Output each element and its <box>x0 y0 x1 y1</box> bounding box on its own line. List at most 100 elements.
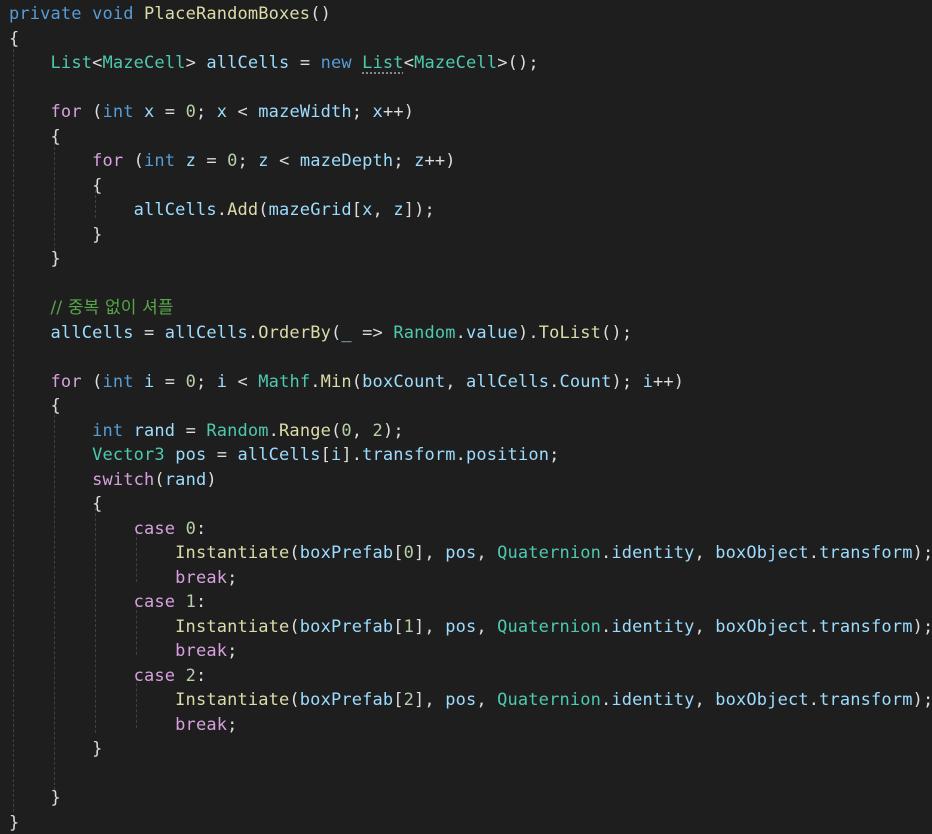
code-line[interactable]: Instantiate(boxPrefab[2], pos, Quaternio… <box>9 688 932 712</box>
punctuation-token: ( <box>81 102 103 122</box>
punctuation-token: ]); <box>403 200 435 220</box>
code-line[interactable]: for (int z = 0; z < mazeDepth; z++) <box>9 149 456 173</box>
code-line[interactable]: Vector3 pos = allCells[i].transform.posi… <box>9 443 560 467</box>
control-keyword-token: case <box>133 592 176 612</box>
code-line[interactable]: for (int i = 0; i < Mathf.Min(boxCount, … <box>9 370 684 394</box>
code-line[interactable]: } <box>9 786 61 810</box>
punctuation-token: ( <box>81 371 103 392</box>
code-line[interactable]: List<MazeCell> allCells = new List<MazeC… <box>9 51 539 75</box>
control-keyword-token: switch <box>92 469 155 490</box>
punctuation-token: , <box>694 616 716 637</box>
identifier-token: rand <box>133 420 176 441</box>
identifier-token: boxPrefab <box>299 616 394 637</box>
code-line[interactable]: Instantiate(boxPrefab[1], pos, Quaternio… <box>9 615 932 639</box>
code-line[interactable]: { <box>9 492 102 516</box>
code-line[interactable]: for (int x = 0; x < mazeWidth; x++) <box>9 100 414 124</box>
code-line[interactable]: } <box>9 737 102 761</box>
number-token: 0 <box>185 518 196 539</box>
code-line[interactable]: { <box>9 174 102 198</box>
punctuation-token <box>123 421 133 441</box>
punctuation-token: ); <box>912 690 932 710</box>
code-line[interactable]: switch(rand) <box>9 468 217 492</box>
punctuation-token: : <box>195 592 207 612</box>
punctuation-token: [ <box>351 200 363 220</box>
identifier-token: x <box>144 102 155 122</box>
punctuation-token: , <box>476 616 498 637</box>
punctuation-token: > <box>185 53 207 73</box>
number-token: 0 <box>185 102 196 122</box>
punctuation-token <box>9 102 51 122</box>
code-editor[interactable]: private void PlaceRandomBoxes(){ List<Ma… <box>0 0 932 834</box>
identifier-token: pos <box>445 690 477 710</box>
punctuation-token: ; <box>195 371 217 392</box>
punctuation-token: : <box>195 518 207 539</box>
punctuation-token: () <box>310 4 331 24</box>
identifier-token: rand <box>164 469 207 490</box>
punctuation-token: ( <box>351 371 363 392</box>
punctuation-token: ; <box>195 102 217 122</box>
type-token: Vector3 <box>92 445 165 465</box>
code-line[interactable]: } <box>9 247 61 271</box>
code-line[interactable]: allCells.Add(mazeGrid[x, z]); <box>9 198 435 222</box>
punctuation-token <box>175 151 185 171</box>
identifier-token: transform <box>819 616 913 637</box>
punctuation-token <box>9 543 175 563</box>
code-line[interactable]: case 2: <box>9 664 207 688</box>
method-token: OrderBy <box>258 322 331 343</box>
punctuation-token: { <box>9 28 20 49</box>
identifier-token: position <box>466 445 550 465</box>
punctuation-token: ( <box>258 200 269 220</box>
punctuation-token: ); <box>382 420 404 441</box>
code-line[interactable]: allCells = allCells.OrderBy(_ => Random.… <box>9 321 633 345</box>
punctuation-token: ], <box>414 616 446 637</box>
punctuation-token: . <box>808 690 820 710</box>
code-line[interactable]: // 중복 없이 셔플 <box>9 296 174 320</box>
keyword-token: int <box>102 371 134 392</box>
punctuation-token: < <box>227 371 259 392</box>
punctuation-token: => <box>351 322 394 343</box>
punctuation-token: ++) <box>653 371 685 392</box>
code-line[interactable]: Instantiate(boxPrefab[0], pos, Quaternio… <box>9 541 932 565</box>
punctuation-token: ]. <box>341 445 363 465</box>
punctuation-token <box>165 445 175 465</box>
punctuation-token: ], <box>414 543 446 563</box>
identifier-token: boxObject <box>715 616 809 637</box>
punctuation-token <box>9 470 92 490</box>
code-line[interactable]: } <box>9 223 102 247</box>
punctuation-token: , <box>476 543 498 563</box>
punctuation-token: . <box>310 371 321 392</box>
code-line[interactable]: { <box>9 394 61 418</box>
punctuation-token: >(); <box>497 53 539 73</box>
code-line[interactable]: } <box>9 811 19 834</box>
punctuation-token <box>175 519 185 539</box>
number-token: 1 <box>185 592 196 612</box>
code-line[interactable]: private void PlaceRandomBoxes() <box>9 2 331 26</box>
punctuation-token <box>9 53 51 73</box>
type-token-with-hint: List <box>362 53 404 73</box>
punctuation-token: . <box>455 322 467 343</box>
code-line[interactable]: int rand = Random.Range(0, 2); <box>9 419 404 443</box>
method-token: PlaceRandomBoxes <box>144 4 311 24</box>
code-line[interactable]: { <box>9 125 61 149</box>
punctuation-token: . <box>268 420 280 441</box>
code-line[interactable]: case 0: <box>9 517 207 541</box>
method-token: Range <box>279 420 331 441</box>
code-line[interactable]: break; <box>9 639 238 663</box>
punctuation-token <box>134 102 144 122</box>
number-token: 2 <box>372 420 383 441</box>
identifier-token: identity <box>611 690 695 710</box>
code-line[interactable]: case 1: <box>9 590 207 614</box>
control-keyword-token: for <box>50 102 82 122</box>
punctuation-token: { <box>9 396 61 416</box>
punctuation-token: ( <box>289 616 300 637</box>
punctuation-token: ], <box>414 690 446 710</box>
code-line[interactable]: break; <box>9 566 238 590</box>
punctuation-token: . <box>455 445 467 465</box>
punctuation-token: . <box>808 543 820 563</box>
number-token: 0 <box>341 420 352 441</box>
code-line[interactable]: { <box>9 27 19 51</box>
identifier-token: z <box>414 151 425 171</box>
code-line[interactable]: break; <box>9 713 238 737</box>
method-token: Instantiate <box>175 690 290 710</box>
punctuation-token: . <box>601 543 612 563</box>
